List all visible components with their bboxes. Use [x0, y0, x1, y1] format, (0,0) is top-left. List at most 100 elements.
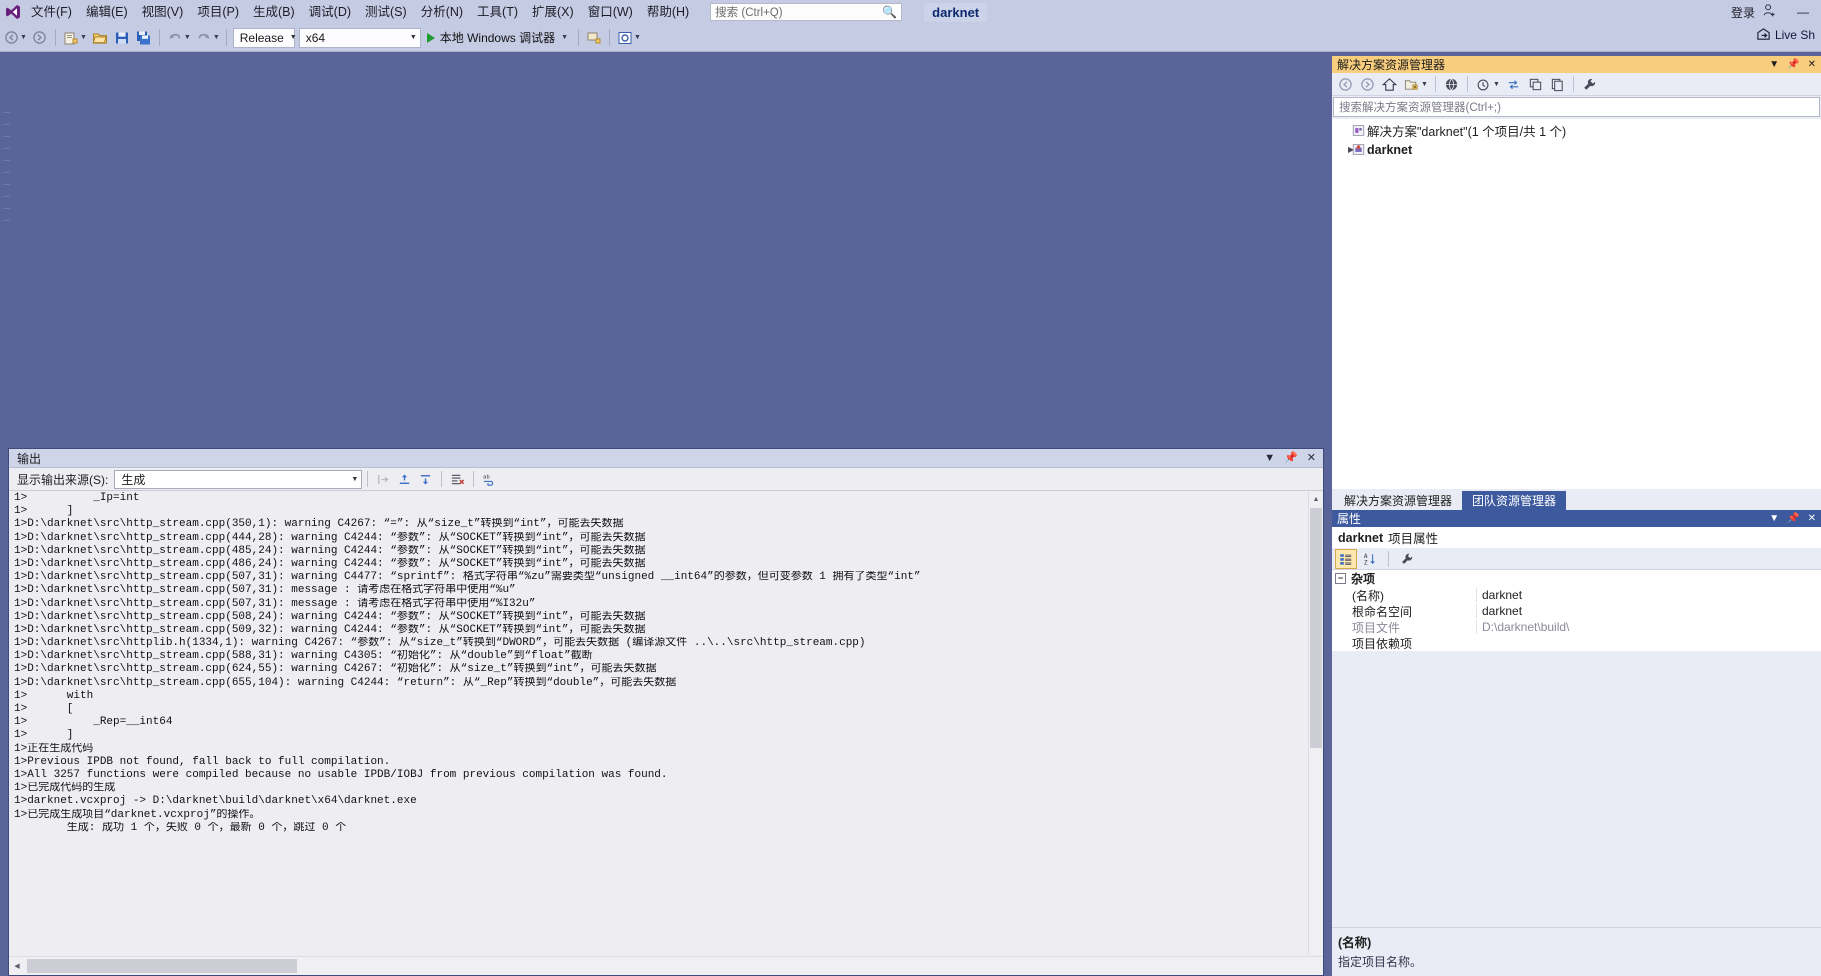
output-toolbar: 显示输出来源(S): 生成 ▼ ab	[9, 468, 1323, 491]
go-to-previous-message-icon[interactable]	[394, 470, 415, 489]
scroll-up-icon[interactable]: ▲	[1309, 492, 1323, 507]
property-name: 项目依赖项	[1352, 636, 1413, 651]
pin-icon[interactable]: 📌	[1787, 513, 1799, 524]
output-dropdown-icon[interactable]: ▼	[1264, 453, 1275, 464]
chevron-down-icon[interactable]: ▼	[561, 34, 568, 41]
solution-explorer-search-input[interactable]: 搜索解决方案资源管理器(Ctrl+;)	[1333, 97, 1820, 117]
tree-item-solution[interactable]: 解决方案"darknet"(1 个项目/共 1 个)	[1332, 121, 1821, 140]
configuration-combo[interactable]: Release ▼	[232, 27, 297, 48]
menu-file[interactable]: 文件(F)	[24, 1, 79, 23]
pin-icon[interactable]: 📌	[1787, 59, 1799, 70]
scrollbar-thumb-horizontal[interactable]	[27, 959, 297, 973]
close-icon[interactable]: ✕	[1808, 513, 1816, 524]
collapse-all-icon[interactable]	[1525, 74, 1546, 94]
solution-explorer-tree[interactable]: 解决方案"darknet"(1 个项目/共 1 个) ▶ darknet	[1332, 119, 1821, 489]
menu-analyze[interactable]: 分析(N)	[414, 1, 470, 23]
property-row-project-dependencies[interactable]: 项目依赖项	[1332, 635, 1821, 651]
close-icon[interactable]: ✕	[1808, 59, 1816, 70]
quick-search-input[interactable]: 搜索 (Ctrl+Q) 🔍	[710, 3, 903, 21]
output-log-body[interactable]: 1> _Ip=int 1> ] 1>D:\darknet\src\http_stre…	[9, 492, 1323, 955]
redo-icon[interactable]	[193, 27, 215, 49]
output-source-combo[interactable]: 生成 ▼	[114, 469, 363, 489]
back-icon[interactable]	[1335, 74, 1356, 94]
right-dock-tab-strip: 解决方案资源管理器 团队资源管理器	[1332, 489, 1821, 510]
property-value[interactable]: darknet	[1476, 604, 1821, 618]
find-message-in-code-icon[interactable]	[373, 470, 394, 489]
menu-view[interactable]: 视图(V)	[135, 1, 191, 23]
menu-debug[interactable]: 调试(D)	[302, 1, 358, 23]
save-all-icon[interactable]	[133, 27, 155, 49]
output-log-lines: 1> _Ip=int 1> ] 1>D:\darknet\src\http_stre…	[14, 492, 1307, 835]
home-icon[interactable]	[1379, 74, 1400, 94]
tab-solution-explorer[interactable]: 解决方案资源管理器	[1334, 491, 1463, 510]
start-debugging-button[interactable]: 本地 Windows 调试器 ▼	[423, 27, 574, 49]
collapse-icon[interactable]: −	[1335, 573, 1346, 584]
minimize-button[interactable]: —	[1785, 0, 1821, 24]
properties-page-icon[interactable]	[1547, 74, 1568, 94]
tree-item-project-darknet[interactable]: ▶ darknet	[1332, 140, 1821, 159]
property-pages-wrench-icon[interactable]	[1396, 549, 1418, 569]
wrench-icon[interactable]	[1579, 74, 1600, 94]
panel-dropdown-icon[interactable]: ▼	[1769, 59, 1779, 70]
show-all-files-icon[interactable]	[1441, 74, 1462, 94]
pending-changes-icon[interactable]	[1473, 74, 1494, 94]
platform-combo[interactable]: x64 ▼	[298, 27, 421, 48]
live-share-button[interactable]: Live Sh	[1756, 27, 1815, 42]
navigate-backward-icon[interactable]	[0, 27, 22, 49]
open-file-icon[interactable]	[89, 27, 111, 49]
refresh-icon[interactable]	[1503, 74, 1524, 94]
menu-build[interactable]: 生成(B)	[246, 1, 302, 23]
forward-icon[interactable]	[1357, 74, 1378, 94]
dock-splitter[interactable]	[1326, 52, 1331, 976]
output-log-line: 1>正在生成代码	[14, 742, 94, 755]
output-log-line: 1> ]	[14, 729, 74, 742]
pending-changes-dropdown-icon[interactable]: ▼	[1493, 81, 1500, 88]
clear-all-icon[interactable]	[447, 470, 468, 489]
categorized-view-icon[interactable]	[1335, 548, 1357, 569]
output-panel-title-bar: 输出 ▼ 📌 ✕	[9, 449, 1323, 468]
new-folder-dropdown-icon[interactable]: ▼	[1421, 81, 1428, 88]
navigate-forward-icon[interactable]	[29, 27, 51, 49]
sign-in-label[interactable]: 登录	[1727, 2, 1759, 23]
toggle-word-wrap-icon[interactable]: ab	[479, 470, 500, 489]
menu-edit[interactable]: 编辑(E)	[79, 1, 135, 23]
output-log-line: 1>已完成生成项目“darknet.vcxproj”的操作。	[14, 808, 261, 821]
menu-window[interactable]: 窗口(W)	[581, 1, 640, 23]
output-vertical-scrollbar[interactable]: ▲	[1308, 492, 1323, 955]
toolbar-separator	[158, 29, 160, 46]
properties-category-misc[interactable]: − 杂项	[1332, 570, 1821, 587]
add-account-icon[interactable]	[1762, 3, 1777, 21]
tree-item-label: 解决方案"darknet"(1 个项目/共 1 个)	[1367, 125, 1567, 139]
properties-grid[interactable]: − 杂项 (名称) darknet 根命名空间 darknet 项目文件 D:\…	[1332, 570, 1821, 651]
panel-dropdown-icon[interactable]: ▼	[1769, 513, 1779, 524]
scroll-left-icon[interactable]: ◀	[9, 958, 25, 975]
output-log-line: 1>D:\darknet\src\httplib.h(1334,1): warn…	[14, 637, 866, 650]
close-icon[interactable]: ✕	[1307, 453, 1316, 464]
scrollbar-thumb[interactable]	[1310, 508, 1322, 748]
new-folder-icon[interactable]	[1401, 74, 1422, 94]
go-to-next-message-icon[interactable]	[415, 470, 436, 489]
menu-test[interactable]: 测试(S)	[358, 1, 414, 23]
tree-expander[interactable]: ▶	[1336, 145, 1354, 154]
output-horizontal-scrollbar[interactable]: ◀	[9, 956, 1323, 975]
pin-icon[interactable]: 📌	[1284, 453, 1298, 464]
property-row-root-namespace[interactable]: 根命名空间 darknet	[1332, 603, 1821, 619]
menu-help[interactable]: 帮助(H)	[640, 1, 696, 23]
save-icon[interactable]	[111, 27, 133, 49]
new-project-icon[interactable]	[60, 27, 82, 49]
property-value[interactable]: darknet	[1476, 588, 1821, 602]
live-share-icon	[1757, 28, 1770, 40]
menu-project[interactable]: 项目(P)	[190, 1, 246, 23]
output-log-line: 1>D:\darknet\src\http_stream.cpp(486,24)…	[14, 557, 646, 570]
undo-icon[interactable]	[164, 27, 186, 49]
solution-explorer-title: 解决方案资源管理器	[1337, 58, 1446, 72]
menu-tools[interactable]: 工具(T)	[470, 1, 525, 23]
alphabetical-view-icon[interactable]: AZ	[1359, 549, 1381, 569]
attach-to-process-icon[interactable]	[583, 27, 605, 49]
output-log-line: 1>D:\darknet\src\http_stream.cpp(655,104…	[14, 676, 677, 689]
property-value: D:\darknet\build\	[1476, 620, 1821, 634]
property-row-name[interactable]: (名称) darknet	[1332, 587, 1821, 603]
menu-extensions[interactable]: 扩展(X)	[525, 1, 581, 23]
screenshot-tool-icon[interactable]	[614, 27, 636, 49]
tab-team-explorer[interactable]: 团队资源管理器	[1462, 491, 1567, 510]
